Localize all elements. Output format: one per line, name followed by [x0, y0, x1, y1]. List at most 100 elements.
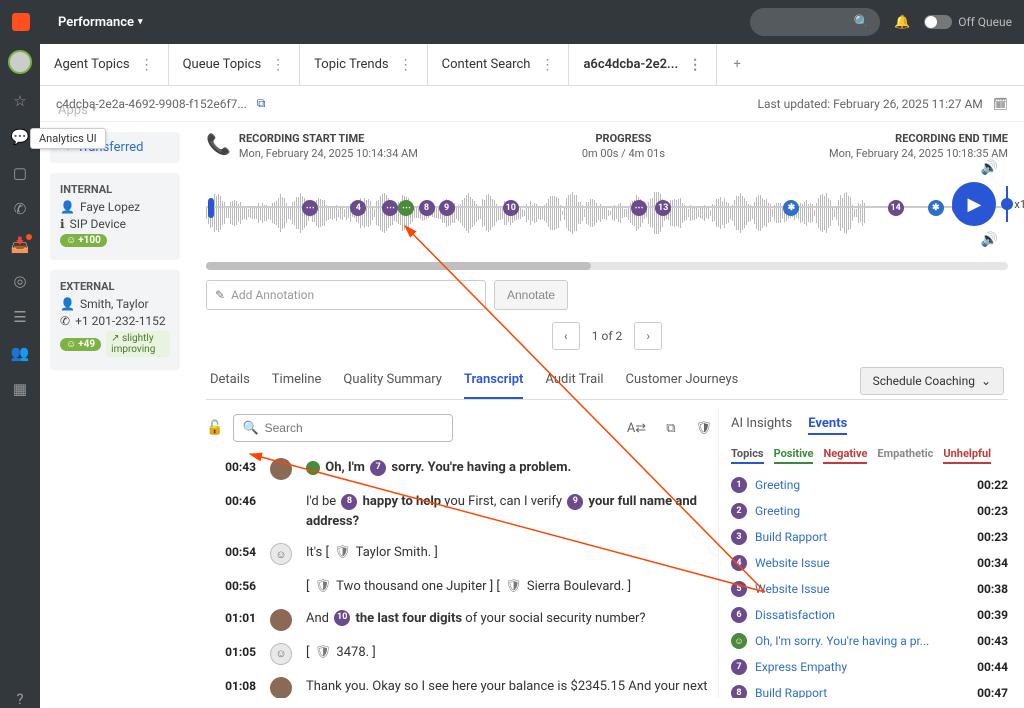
- phone-icon[interactable]: ✆: [14, 200, 27, 218]
- workspace-tab[interactable]: Topic Trends⋮: [300, 44, 427, 85]
- transcript-row[interactable]: 01:05☺[ 🛡 3478. ]: [206, 637, 712, 671]
- waveform-area[interactable]: ⋯4⋯⋯8910⋯13✱14✱15: [206, 178, 1008, 248]
- transcript-row[interactable]: 00:56[ 🛡 Two thousand one Jupiter ] [ 🛡 …: [206, 571, 712, 603]
- add-tab-button[interactable]: +: [717, 44, 757, 85]
- chip-topics[interactable]: Topics: [731, 447, 764, 464]
- prev-page-button[interactable]: ‹: [552, 322, 580, 350]
- detail-tab-customer-journeys[interactable]: Customer Journeys: [626, 362, 739, 399]
- next-page-button[interactable]: ›: [634, 322, 662, 350]
- waveform-marker[interactable]: 8: [419, 200, 435, 216]
- nav-performance[interactable]: Performance ▾: [46, 0, 196, 44]
- people-icon[interactable]: 👥: [11, 344, 30, 362]
- play-button[interactable]: ▶: [952, 182, 996, 226]
- transcript-search[interactable]: 🔍: [233, 414, 453, 442]
- chat-icon[interactable]: 💬: [11, 128, 30, 146]
- detail-tab-timeline[interactable]: Timeline: [272, 362, 322, 399]
- event-time: 00:47: [977, 686, 1008, 698]
- translate-icon[interactable]: A⇄: [627, 421, 646, 436]
- transcript-row[interactable]: 01:08Thank you. Okay so I see here your …: [206, 671, 712, 699]
- event-row[interactable]: 4Website Issue00:34: [731, 550, 1008, 576]
- copy-transcript-icon[interactable]: ⧉: [666, 421, 675, 436]
- tab-menu-icon[interactable]: ⋮: [399, 57, 413, 73]
- schedule-coaching-button[interactable]: Schedule Coaching⌄: [860, 367, 1004, 395]
- waveform-marker[interactable]: 9: [439, 200, 455, 216]
- video-icon[interactable]: ▢: [13, 164, 27, 182]
- tab-ai-insights[interactable]: AI Insights: [731, 416, 792, 435]
- transcript-timestamp: 00:46: [206, 492, 256, 508]
- lock-icon[interactable]: 🔓: [206, 420, 223, 436]
- event-row[interactable]: 7Express Empathy00:44: [731, 654, 1008, 680]
- event-label[interactable]: Website Issue: [755, 582, 969, 596]
- transcript-timestamp: 00:43: [206, 458, 256, 474]
- tab-menu-icon[interactable]: ⋮: [140, 57, 154, 73]
- event-row[interactable]: 1Greeting00:22: [731, 472, 1008, 498]
- queue-toggle[interactable]: Off Queue: [924, 15, 1012, 29]
- speaker-bottom-icon[interactable]: 🔊: [980, 232, 997, 248]
- workspace-tab[interactable]: Queue Topics⋮: [169, 44, 301, 85]
- annotation-input[interactable]: ✎ Add Annotation: [206, 280, 486, 310]
- chip-empathetic[interactable]: Empathetic: [877, 447, 933, 464]
- speaker-top-icon[interactable]: 🔊: [980, 160, 997, 176]
- transcript-row[interactable]: 00:54☺It's [ 🛡 Taylor Smith. ]: [206, 537, 712, 571]
- event-row[interactable]: 6Dissatisfaction00:39: [731, 602, 1008, 628]
- calendar-icon[interactable]: 🗓: [993, 97, 1008, 111]
- transcript-row[interactable]: 00:43 Oh, I'm 7 sorry. You're having a p…: [206, 452, 712, 486]
- event-row[interactable]: ☺ Oh, I'm sorry. You're having a pr... 00:…: [731, 628, 1008, 654]
- event-row[interactable]: 3Build Rapport00:23: [731, 524, 1008, 550]
- workspace-tab[interactable]: a6c4dcba-2e2...⋮: [569, 44, 717, 85]
- pencil-icon: ✎: [215, 288, 225, 302]
- analytics-tooltip: Analytics UI: [30, 128, 106, 149]
- event-label[interactable]: Express Empathy: [755, 660, 969, 674]
- chip-positive[interactable]: Positive: [774, 447, 814, 464]
- workspace-tab[interactable]: Agent Topics⋮: [40, 44, 169, 85]
- help-icon[interactable]: ?: [16, 690, 23, 708]
- shield-icon[interactable]: 🛡: [695, 421, 712, 436]
- annotate-button[interactable]: Annotate: [494, 280, 568, 310]
- list-icon[interactable]: ☰: [13, 308, 26, 326]
- chip-unhelpful[interactable]: Unhelpful: [943, 447, 991, 464]
- global-search[interactable]: 🔍: [750, 8, 880, 36]
- waveform-marker[interactable]: 14: [888, 200, 904, 216]
- notifications-icon[interactable]: 🔔: [894, 15, 910, 30]
- event-label[interactable]: Oh, I'm sorry. You're having a pr...: [755, 634, 969, 648]
- chip-negative[interactable]: Negative: [823, 447, 867, 464]
- tab-events[interactable]: Events: [808, 416, 847, 435]
- star-icon[interactable]: ☆: [13, 92, 26, 110]
- lifesaver-icon[interactable]: ◎: [13, 272, 26, 290]
- copy-icon[interactable]: ⧉: [257, 96, 266, 111]
- event-row[interactable]: 5Website Issue00:38: [731, 576, 1008, 602]
- transcript-row[interactable]: 01:01And 10 the last four digits of your…: [206, 603, 712, 637]
- detail-tab-transcript[interactable]: Transcript: [464, 362, 523, 399]
- event-label[interactable]: Greeting: [755, 504, 969, 518]
- detail-tab-audit-trail[interactable]: Audit Trail: [545, 362, 603, 399]
- event-label[interactable]: Dissatisfaction: [755, 608, 969, 622]
- transcript-row[interactable]: 00:46I'd be 8 happy to help you First, c…: [206, 486, 712, 537]
- event-badge: ☺: [731, 633, 747, 649]
- transcript-panel: 🔓 🔍 A⇄ ⧉ 🛡 00:43 Oh, I'm 7 sorry. You're…: [206, 408, 718, 698]
- waveform-marker[interactable]: ✱: [928, 200, 944, 216]
- event-row[interactable]: 2Greeting00:23: [731, 498, 1008, 524]
- waveform-marker[interactable]: ⋯: [631, 200, 647, 216]
- user-avatar-icon[interactable]: [8, 50, 32, 74]
- tab-menu-icon[interactable]: ⋮: [688, 57, 702, 73]
- event-label[interactable]: Build Rapport: [755, 686, 969, 698]
- playhead-handle[interactable]: [208, 198, 214, 218]
- detail-tab-quality-summary[interactable]: Quality Summary: [343, 362, 442, 399]
- apps-icon[interactable]: ▦: [13, 380, 27, 398]
- event-row[interactable]: 8Build Rapport00:47: [731, 680, 1008, 698]
- waveform-marker[interactable]: 13: [655, 200, 671, 216]
- inbox-icon[interactable]: 📥: [11, 236, 30, 254]
- last-updated-text: Last updated: February 26, 2025 11:27 AM: [758, 97, 983, 111]
- scrub-bar[interactable]: [206, 262, 1008, 270]
- event-label[interactable]: Build Rapport: [755, 530, 969, 544]
- waveform-marker[interactable]: 10: [503, 200, 519, 216]
- event-label[interactable]: Greeting: [755, 478, 969, 492]
- event-time: 00:43: [977, 634, 1008, 648]
- workspace-tab[interactable]: Content Search⋮: [428, 44, 570, 85]
- event-label[interactable]: Website Issue: [755, 556, 969, 570]
- tab-menu-icon[interactable]: ⋮: [540, 57, 554, 73]
- detail-tab-details[interactable]: Details: [210, 362, 250, 399]
- brand-logo[interactable]: [12, 13, 30, 31]
- speed-slider[interactable]: x1: [1006, 186, 1024, 222]
- tab-menu-icon[interactable]: ⋮: [271, 57, 285, 73]
